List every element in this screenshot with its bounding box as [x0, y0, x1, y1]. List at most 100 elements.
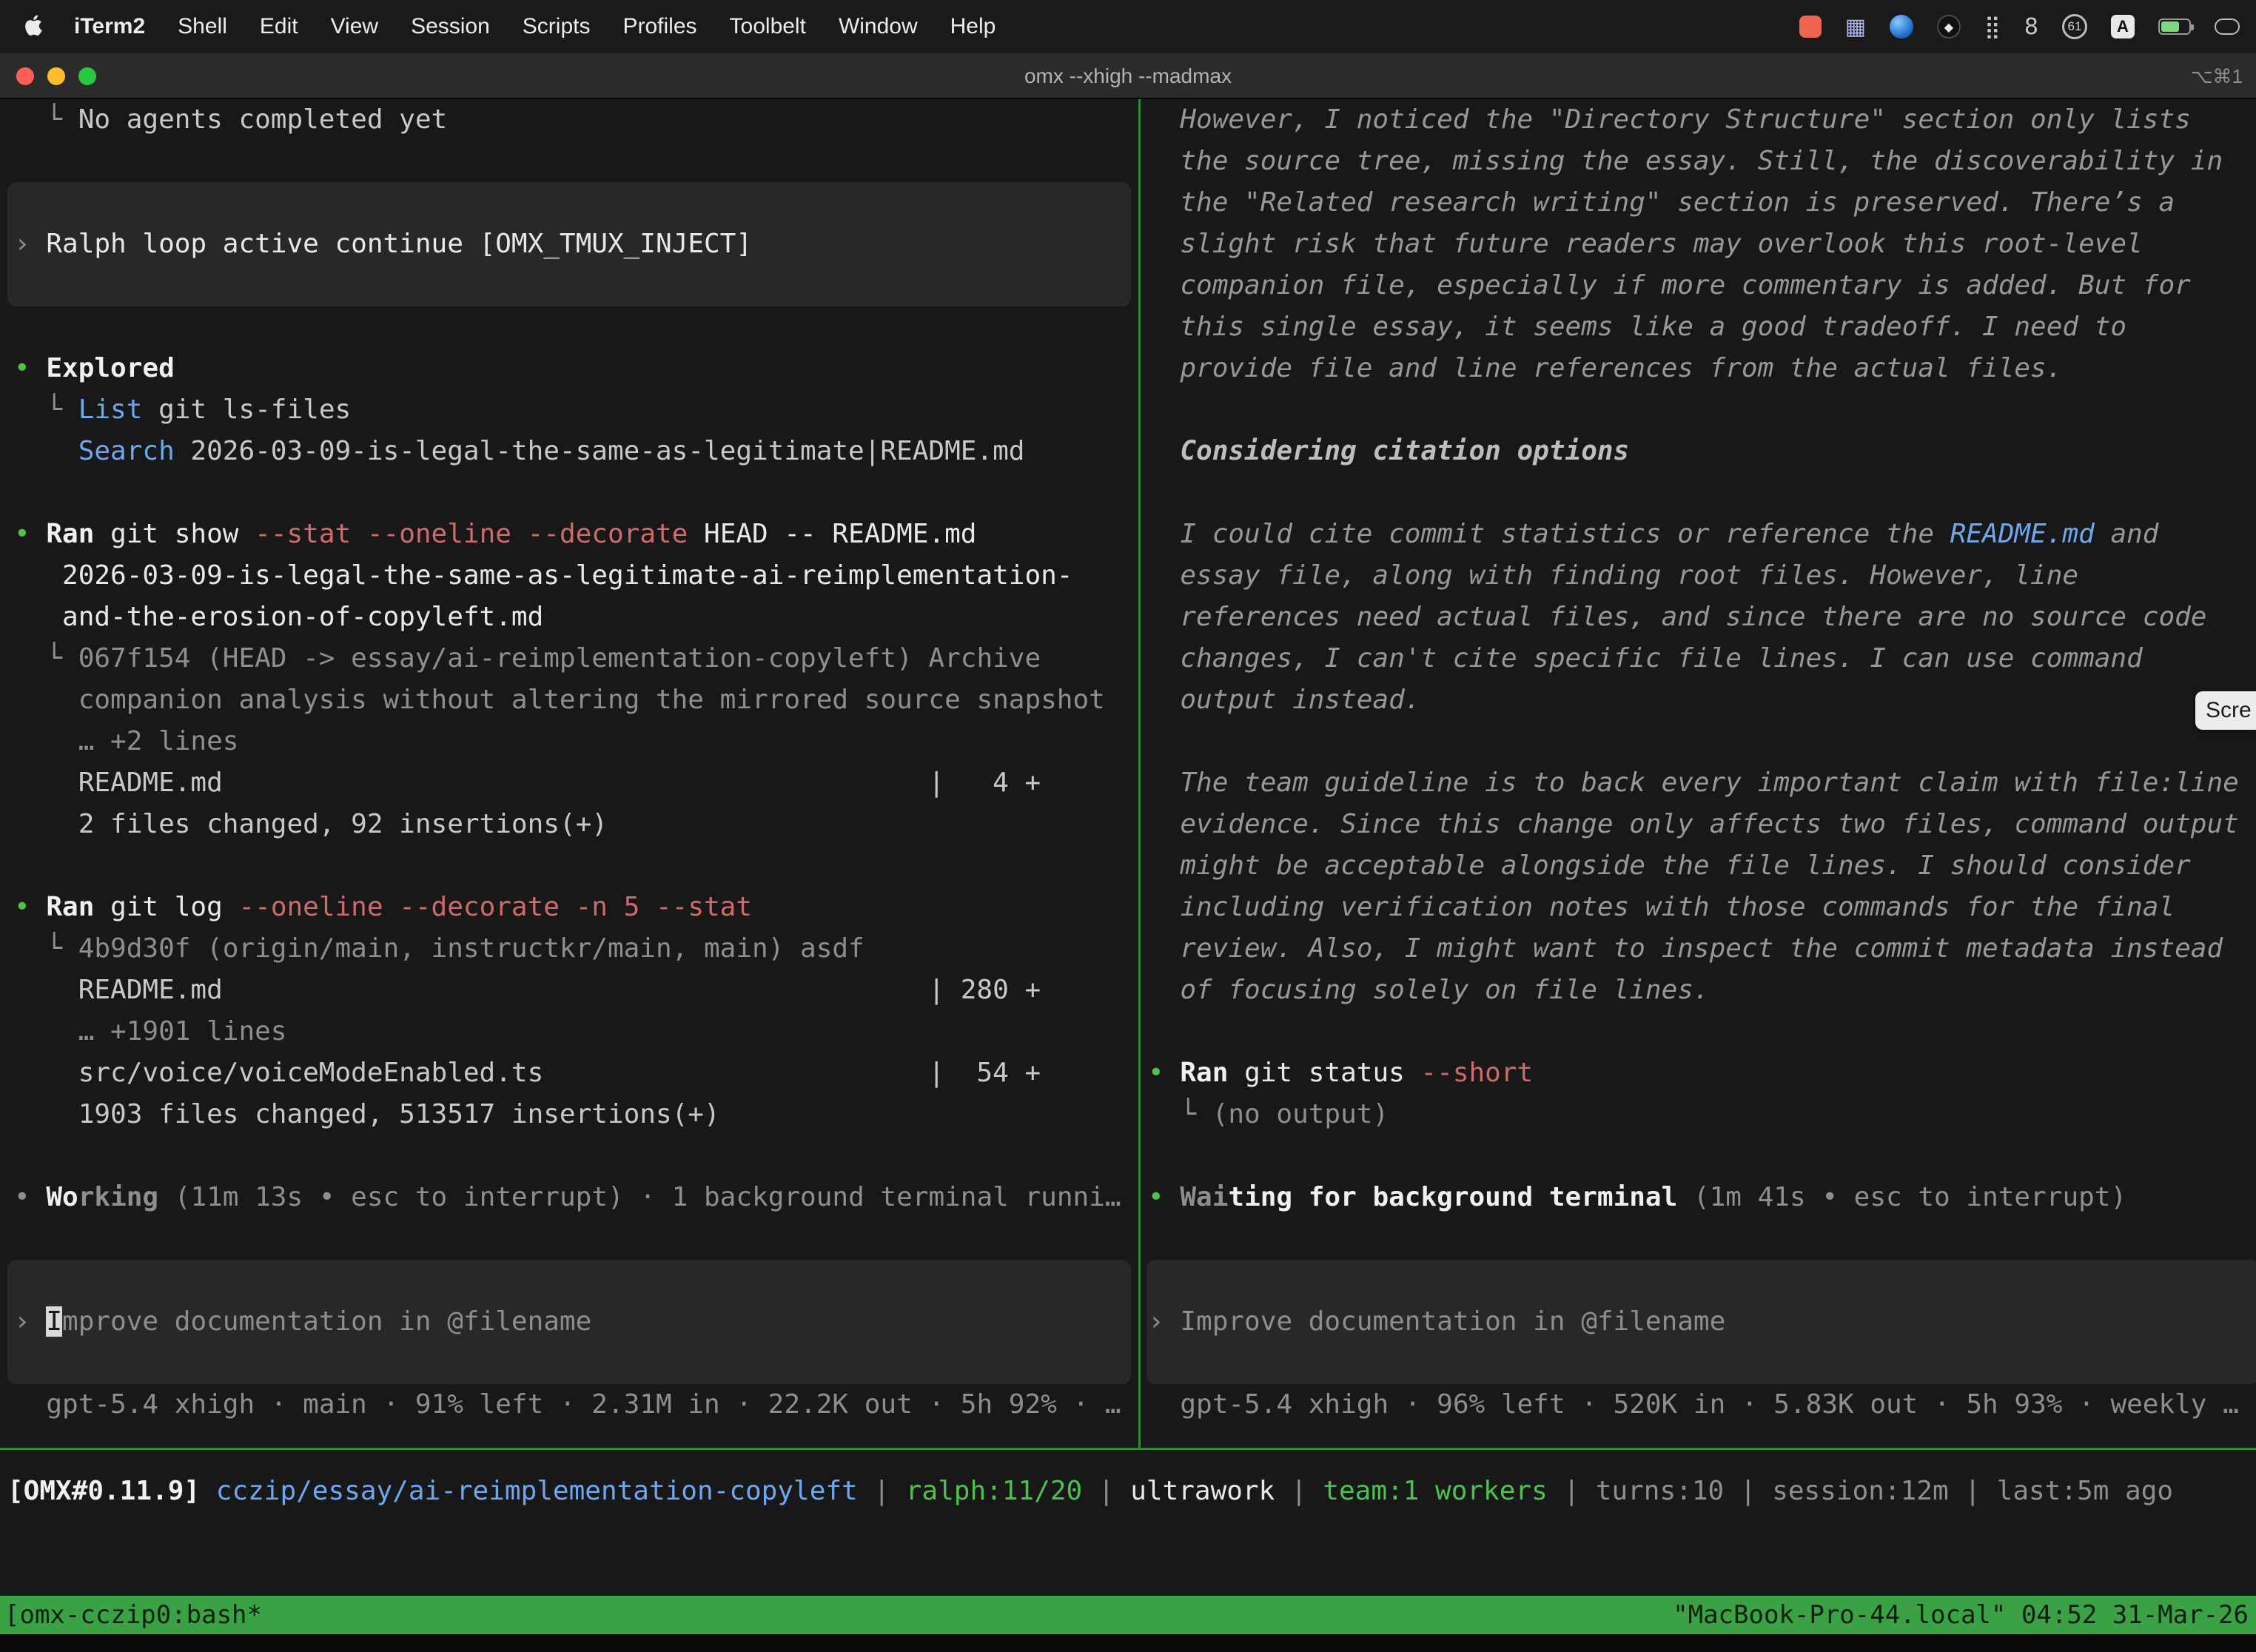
- text-segment: (11m 13s • esc to interrupt) · 1 backgro…: [158, 1182, 1121, 1212]
- diamond-app-icon[interactable]: ◆: [1937, 15, 1961, 38]
- waiting-status-line: • Waiting for background terminal (1m 41…: [1148, 1177, 2256, 1218]
- menu-scripts[interactable]: Scripts: [506, 14, 607, 39]
- ralph-loop-line: › Ralph loop active continue [OMX_TMUX_I…: [14, 224, 1138, 265]
- menu-edit[interactable]: Edit: [244, 14, 315, 39]
- text-segment: └: [14, 104, 78, 135]
- menu-session[interactable]: Session: [395, 14, 506, 39]
- menu-view[interactable]: View: [315, 14, 395, 39]
- text-segment: the source tree, missing the essay. Stil…: [1148, 146, 2223, 176]
- pane-divider-horizontal[interactable]: [0, 1448, 2256, 1450]
- battery-tip: [2191, 24, 2194, 30]
- text-segment: provide file and line references from th…: [1148, 353, 2062, 383]
- screen-recording-indicator-icon[interactable]: [1799, 16, 1822, 38]
- commit-output-line: companion analysis without altering the …: [14, 679, 1138, 721]
- text-segment: 4b9d30f (origin/main, instructkr/main, m…: [78, 933, 865, 964]
- text-segment: (1m 41s • esc to interrupt): [1677, 1182, 2126, 1212]
- text-segment: Ran: [46, 892, 94, 922]
- text-segment: src/voice/voiceModeEnabled.ts: [14, 1058, 543, 1088]
- working-status-line: • Working (11m 13s • esc to interrupt) ·…: [14, 1177, 1138, 1218]
- text-segment: | 54 +: [928, 1052, 1041, 1094]
- text-segment: git ls-files: [142, 394, 351, 425]
- text-segment: (no output): [1212, 1099, 1389, 1129]
- agents-status-line: └ No agents completed yet: [14, 99, 1138, 141]
- text-segment: •: [14, 1182, 46, 1212]
- text-segment: output instead.: [1148, 685, 1420, 715]
- dots-grid-icon[interactable]: ⣿: [1984, 14, 2001, 40]
- reasoning-heading-line: Considering citation options: [1148, 431, 2256, 472]
- menu-iterm2[interactable]: iTerm2: [58, 14, 161, 39]
- prompt-text-line: › Improve documentation in @filename: [1148, 1301, 2256, 1343]
- menu-toolbelt[interactable]: Toolbelt: [714, 14, 822, 39]
- reasoning-line: companion file, especially if more comme…: [1148, 265, 2256, 306]
- text-segment: changes, I can't cite specific file line…: [1148, 643, 2143, 674]
- input-source-icon[interactable]: A: [2111, 15, 2135, 38]
- text-segment: Ran: [46, 519, 94, 549]
- battery-icon[interactable]: [2158, 19, 2191, 35]
- text-segment: including verification notes with those …: [1148, 892, 2175, 922]
- terminal-pane-right[interactable]: However, I noticed the "Directory Struct…: [1141, 99, 2256, 1448]
- figure-eight-icon[interactable]: 8: [2024, 14, 2038, 40]
- explored-search-line: Search 2026-03-09-is-legal-the-same-as-l…: [14, 431, 1138, 472]
- text-segment: •: [14, 892, 46, 922]
- menu-shell[interactable]: Shell: [161, 14, 244, 39]
- text-segment: Ralph loop active continue [OMX_TMUX_INJ…: [46, 229, 752, 259]
- text-segment: I could cite commit statistics or refere…: [1148, 519, 1950, 549]
- reasoning-line: slight risk that future readers may over…: [1148, 224, 2256, 265]
- text-segment: [14, 1016, 78, 1047]
- text-segment: cczip/essay/ai-reimplementation-copyleft: [216, 1476, 858, 1506]
- text-segment: |: [1724, 1476, 1772, 1506]
- text-segment: … +2 lines: [78, 726, 239, 756]
- browser-icon[interactable]: [1890, 15, 1913, 38]
- menu-profiles[interactable]: Profiles: [606, 14, 713, 39]
- window-grid-icon[interactable]: ▦: [1845, 14, 1866, 40]
- text-segment: Wai: [1180, 1182, 1228, 1212]
- screen-share-tooltip: Scre: [2195, 691, 2256, 730]
- text-segment: [14, 685, 78, 715]
- reasoning-line: output instead.: [1148, 679, 2256, 721]
- text-segment: Improve documentation in @filename: [1180, 1306, 1725, 1337]
- text-segment: Considering citation options: [1148, 436, 1629, 466]
- text-segment: companion file, especially if more comme…: [1148, 270, 2191, 300]
- text-segment: Ran: [1180, 1058, 1228, 1088]
- text-segment: this single essay, it seems like a good …: [1148, 312, 2126, 342]
- text-segment: |: [1082, 1476, 1130, 1506]
- reasoning-line: provide file and line references from th…: [1148, 348, 2256, 389]
- text-segment: session:12m: [1772, 1476, 1948, 1506]
- menu-bar-status: ▦ ◆ ⣿ 8 61 A: [1799, 14, 2256, 40]
- text-segment: [14, 1389, 46, 1420]
- text-segment: turns:10: [1596, 1476, 1724, 1506]
- reasoning-line: references need actual files, and since …: [1148, 597, 2256, 638]
- explored-header-line: • Explored: [14, 348, 1138, 389]
- text-segment: the "Related research writing" section i…: [1148, 187, 2175, 218]
- text-segment: •: [1148, 1182, 1180, 1212]
- explored-list-line: └ List git ls-files: [14, 389, 1138, 431]
- apple-menu[interactable]: [0, 14, 58, 39]
- commit-output-line: └ 4b9d30f (origin/main, instructkr/main,…: [14, 928, 1138, 970]
- text-segment: ›: [1148, 1306, 1180, 1337]
- control-center-icon[interactable]: [2215, 19, 2240, 35]
- text-segment: Wo: [46, 1182, 78, 1212]
- elided-lines-note: … +2 lines: [14, 721, 1138, 762]
- window-title-bar[interactable]: omx --xhigh --madmax ⌥⌘1: [0, 53, 2256, 99]
- text-segment: └: [14, 643, 78, 674]
- battery-percent-icon[interactable]: 61: [2062, 14, 2087, 39]
- text-segment: 1903 files changed, 513517 insertions(+): [78, 1099, 720, 1129]
- text-segment: However, I noticed the "Directory Struct…: [1148, 104, 2191, 135]
- pane-divider-vertical[interactable]: [1138, 99, 1141, 1450]
- menu-help[interactable]: Help: [934, 14, 1013, 39]
- menu-bar: iTerm2ShellEditViewSessionScriptsProfile…: [0, 0, 2256, 53]
- text-segment: companion analysis without altering the …: [78, 685, 1105, 715]
- tmux-host-clock: "MacBook-Pro-44.local" 04:52 31-Mar-26: [1673, 1600, 2249, 1630]
- text-segment: README.md: [1950, 519, 2095, 549]
- menu-window[interactable]: Window: [822, 14, 934, 39]
- elided-lines-note: … +1901 lines: [14, 1011, 1138, 1052]
- text-segment: [1148, 1389, 1180, 1420]
- text-segment: List: [78, 394, 143, 425]
- text-segment: git show: [94, 519, 255, 549]
- text-segment: •: [14, 353, 46, 383]
- text-segment: └: [14, 933, 78, 964]
- text-segment: --short: [1420, 1058, 1533, 1088]
- text-segment: 067f154 (HEAD -> essay/ai-reimplementati…: [78, 643, 1041, 674]
- terminal-pane-left[interactable]: └ No agents completed yet › Ralph loop ac…: [0, 99, 1138, 1448]
- text-segment: README.md: [14, 975, 223, 1005]
